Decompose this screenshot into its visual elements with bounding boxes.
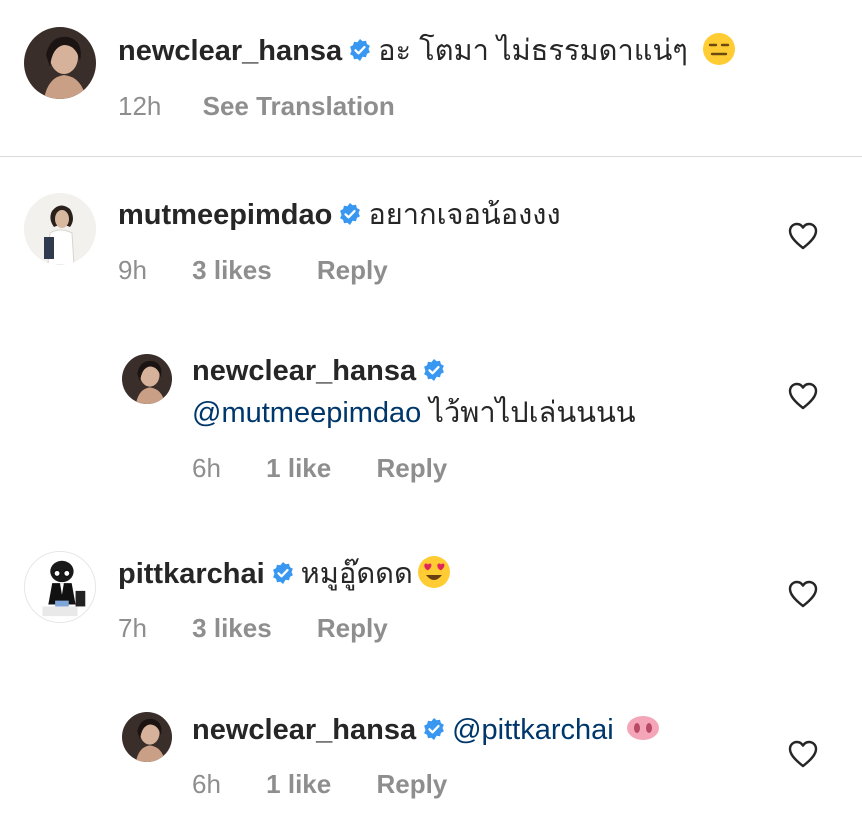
username[interactable]: pittkarchai bbox=[118, 558, 265, 590]
avatar[interactable] bbox=[24, 27, 96, 99]
like-heart-icon[interactable] bbox=[788, 382, 818, 410]
reply-button[interactable]: Reply bbox=[317, 612, 388, 644]
username[interactable]: newclear_hansa bbox=[192, 714, 416, 746]
like-heart-icon[interactable] bbox=[788, 740, 818, 768]
heart-eyes-face-icon bbox=[417, 555, 451, 589]
comment-text: หมูอู๊ดดด bbox=[300, 558, 413, 590]
reply-button[interactable]: Reply bbox=[376, 452, 447, 484]
likes-count[interactable]: 1 like bbox=[266, 768, 331, 800]
likes-count[interactable]: 3 likes bbox=[192, 254, 272, 286]
comment-time: 6h bbox=[192, 769, 221, 799]
likes-count[interactable]: 1 like bbox=[266, 452, 331, 484]
username[interactable]: newclear_hansa bbox=[192, 355, 416, 387]
user-mention-link[interactable]: @mutmeepimdao bbox=[192, 397, 421, 429]
comment-time: 9h bbox=[118, 255, 147, 285]
like-heart-icon[interactable] bbox=[788, 222, 818, 250]
like-heart-icon[interactable] bbox=[788, 580, 818, 608]
user-avatar-image bbox=[122, 712, 172, 762]
avatar[interactable] bbox=[24, 193, 96, 265]
reply-button[interactable]: Reply bbox=[317, 254, 388, 286]
user-avatar-image bbox=[24, 27, 96, 99]
avatar[interactable] bbox=[24, 551, 96, 623]
username[interactable]: mutmeepimdao bbox=[118, 199, 332, 231]
user-avatar-image bbox=[24, 193, 96, 265]
divider bbox=[0, 156, 862, 157]
see-translation-link[interactable]: See Translation bbox=[203, 90, 395, 122]
comment-text: ไว้พาไปเล่นนนน bbox=[429, 397, 636, 429]
likes-count[interactable]: 3 likes bbox=[192, 612, 272, 644]
expressionless-face-icon bbox=[702, 32, 736, 66]
comment-time: 12h bbox=[118, 91, 162, 121]
verified-badge-icon bbox=[422, 717, 446, 741]
comment-text: อยากเจอน้องงง bbox=[368, 199, 561, 231]
verified-badge-icon bbox=[422, 358, 446, 382]
username[interactable]: newclear_hansa bbox=[118, 35, 342, 67]
pig-nose-icon bbox=[626, 711, 660, 745]
avatar[interactable] bbox=[122, 712, 172, 762]
comment-text: อะ โตมา ไม่ธรรมดาแน่ๆ bbox=[378, 35, 688, 67]
comment-time: 7h bbox=[118, 613, 147, 643]
user-avatar-image bbox=[25, 552, 95, 622]
verified-badge-icon bbox=[348, 38, 372, 62]
avatar[interactable] bbox=[122, 354, 172, 404]
verified-badge-icon bbox=[271, 561, 295, 585]
user-avatar-image bbox=[122, 354, 172, 404]
verified-badge-icon bbox=[338, 202, 362, 226]
comment-time: 6h bbox=[192, 453, 221, 483]
reply-button[interactable]: Reply bbox=[376, 768, 447, 800]
user-mention-link[interactable]: @pittkarchai bbox=[452, 714, 614, 746]
